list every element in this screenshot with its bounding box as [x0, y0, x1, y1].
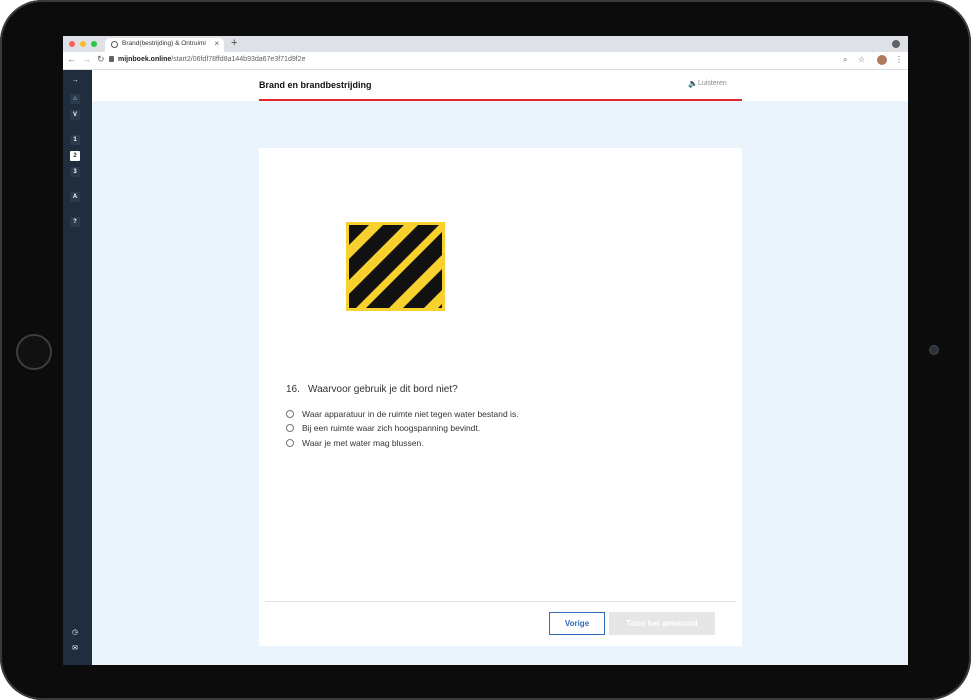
answer-option-label: Waar apparatuur in de ruimte niet tegen … — [302, 409, 519, 419]
answer-option-label: Waar je met water mag blussen. — [302, 438, 424, 448]
show-answer-button[interactable]: Toon het antwoord — [609, 612, 715, 635]
profile-avatar[interactable] — [877, 55, 887, 65]
tablet-frame: Brand(bestrijding) & Ontruimi × + ← → ↻ … — [0, 0, 971, 700]
url-host: mijnboek.online — [118, 56, 172, 63]
star-icon[interactable]: ☆ — [858, 55, 865, 64]
kebab-menu-icon[interactable]: ⋮ — [895, 55, 903, 64]
speaker-icon[interactable]: 🔈 — [688, 79, 698, 88]
browser-tabbar: Brand(bestrijding) & Ontruimi × + — [63, 36, 908, 52]
sidebar-chapter-3[interactable]: 3 — [70, 167, 80, 177]
radio-button[interactable] — [286, 410, 294, 418]
help-icon[interactable]: ? — [70, 217, 80, 227]
mail-icon[interactable]: ✉ — [70, 644, 80, 654]
sidebar-item-v[interactable]: V — [70, 110, 80, 120]
home-icon[interactable]: ⌂ — [70, 94, 80, 104]
hazard-stripes-sign — [346, 222, 445, 311]
sidebar-chapter-2[interactable]: 2 — [70, 151, 80, 161]
app-area: → ⌂ V 1 2 3 A ? ◷ ✉ Brand en brandbestri… — [63, 70, 908, 665]
lock-icon — [109, 56, 114, 62]
sidebar-item-a[interactable]: A — [70, 192, 80, 202]
question-number: 16. — [286, 384, 300, 395]
url-path: /start2/06fdf78ffd8a144b93da67e3f71d9f2e — [171, 56, 306, 63]
new-tab-button[interactable]: + — [231, 37, 237, 49]
window-maximize-dot[interactable] — [91, 41, 97, 47]
sidebar: → ⌂ V 1 2 3 A ? ◷ ✉ — [63, 70, 92, 665]
header: Brand en brandbestrijding 🔈 Luisteren — [92, 70, 908, 101]
tablet-camera — [929, 345, 939, 355]
radio-button[interactable] — [286, 439, 294, 447]
hazard-stripes-graphic — [349, 225, 442, 308]
header-accent-line — [259, 99, 742, 101]
radio-button[interactable] — [286, 424, 294, 432]
question-text: Waarvoor gebruik je dit bord niet? — [308, 384, 458, 395]
sidebar-chapter-1[interactable]: 1 — [70, 135, 80, 145]
forward-icon[interactable]: → — [82, 54, 91, 64]
answer-option-label: Bij een ruimte waar zich hoogspanning be… — [302, 423, 481, 433]
zoom-icon[interactable]: ⌕ — [843, 55, 847, 65]
question-card: 16. Waarvoor gebruik je dit bord niet? W… — [259, 148, 742, 646]
window-close-dot[interactable] — [69, 41, 75, 47]
card-divider — [265, 601, 736, 602]
window-minimize-dot[interactable] — [80, 41, 86, 47]
tab-close-icon[interactable]: × — [214, 39, 219, 48]
browser-tab[interactable]: Brand(bestrijding) & Ontruimi × — [105, 38, 224, 52]
globe-icon — [111, 41, 118, 48]
browser-addressbar: ← → ↻ mijnboek.online/start2/06fdf78ffd8… — [63, 52, 908, 70]
url-field[interactable]: mijnboek.online/start2/06fdf78ffd8a144b9… — [118, 56, 305, 63]
previous-button[interactable]: Vorige — [549, 612, 605, 635]
tab-title: Brand(bestrijding) & Ontruimi — [122, 40, 206, 47]
reload-icon[interactable]: ↻ — [97, 54, 105, 65]
sidebar-toggle-icon[interactable]: → — [70, 76, 80, 86]
tablet-home-button — [16, 334, 52, 370]
clock-icon[interactable]: ◷ — [70, 628, 80, 638]
page-title: Brand en brandbestrijding — [259, 80, 372, 90]
back-icon[interactable]: ← — [67, 54, 76, 64]
listen-button[interactable]: Luisteren — [698, 80, 727, 87]
screen: Brand(bestrijding) & Ontruimi × + ← → ↻ … — [63, 36, 908, 665]
browser-menu-icon[interactable] — [892, 40, 900, 48]
